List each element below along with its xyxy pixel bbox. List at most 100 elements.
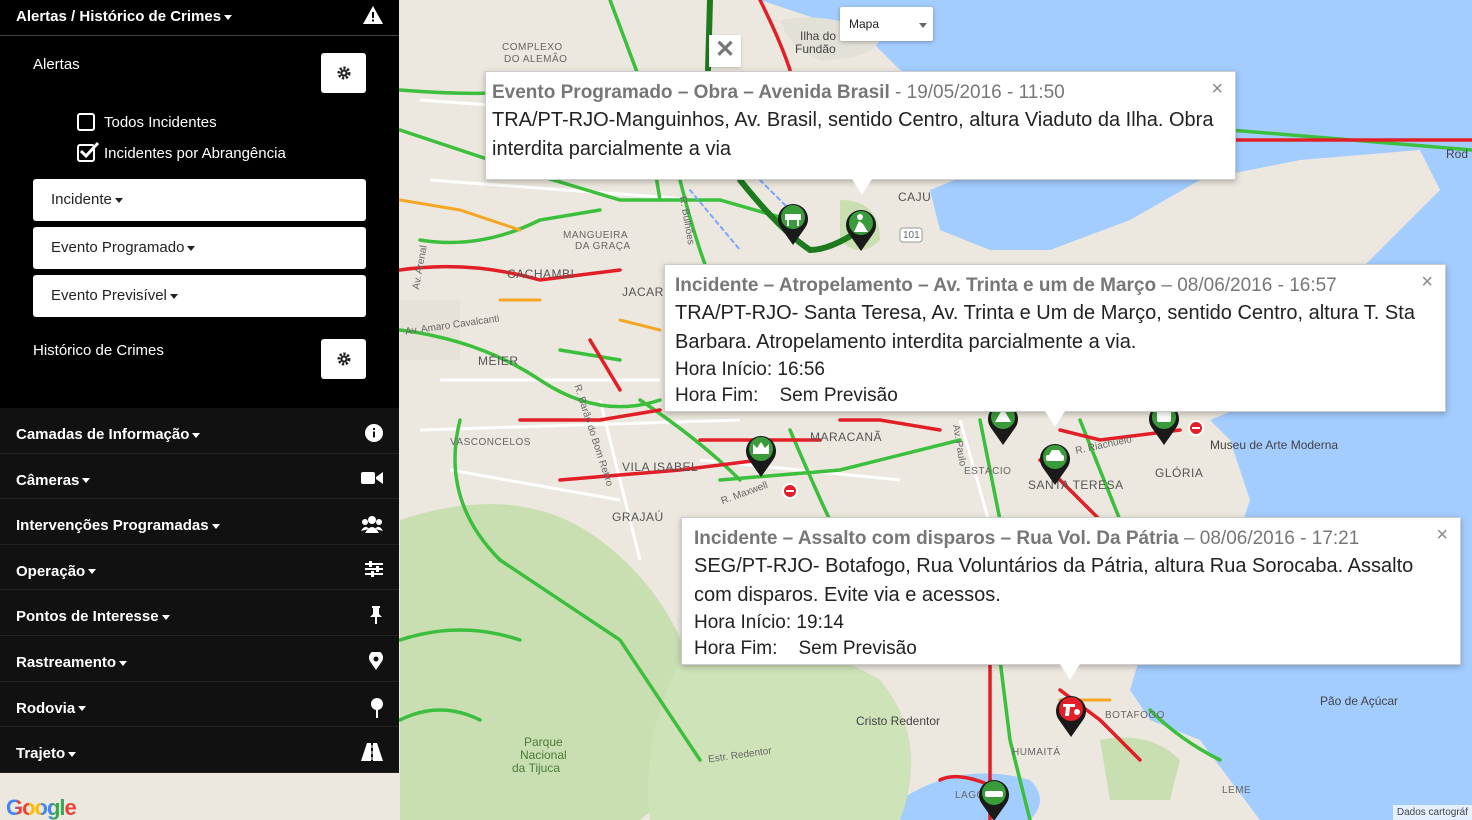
menu-label: Trajeto xyxy=(16,745,66,763)
shooting-icon xyxy=(1056,696,1086,737)
close-icon[interactable]: × xyxy=(1421,271,1433,294)
dropdown-evento-programado[interactable]: Evento Programado xyxy=(33,227,366,269)
users-icon xyxy=(361,515,383,537)
chevron-down-icon xyxy=(211,523,220,529)
chevron-down-icon xyxy=(187,245,196,251)
checkbox-box-checked[interactable] xyxy=(77,141,100,162)
infowindow-tail xyxy=(1060,664,1080,680)
infowindow-body: TRA/PT-RJO- Santa Teresa, Av. Trinta e U… xyxy=(675,302,1415,353)
menu-trajeto[interactable]: Trajeto xyxy=(0,727,399,773)
chevron-down-icon xyxy=(68,751,77,757)
infowindow-end-time: Hora Fim: Sem Previsão xyxy=(694,638,917,659)
checkbox-label: Incidentes por Abrangência xyxy=(104,144,286,162)
chevron-down-icon xyxy=(169,293,178,299)
label-fundao: Fundão xyxy=(795,42,836,56)
close-icon[interactable]: × xyxy=(1211,78,1223,101)
no-entry-icon[interactable] xyxy=(1188,420,1204,436)
chevron-down-icon xyxy=(88,569,97,575)
label-leme: LEME xyxy=(1222,785,1252,796)
chevron-down-icon xyxy=(114,197,123,203)
gear-icon xyxy=(337,352,350,366)
crime-history-label: Histórico de Crimes xyxy=(33,342,164,359)
checkbox-incidentes-abrangencia[interactable]: Incidentes por Abrangência xyxy=(77,141,286,162)
chevron-down-icon xyxy=(192,432,201,438)
info-icon xyxy=(365,424,383,446)
no-entry-icon[interactable] xyxy=(782,483,798,499)
infowindow-tail xyxy=(1045,411,1065,427)
menu-pontos-interesse[interactable]: Pontos de Interesse xyxy=(0,590,399,636)
car-icon xyxy=(979,780,1009,820)
menu-label: Rodovia xyxy=(16,699,76,717)
chevron-down-icon xyxy=(119,660,128,666)
sidebar-header[interactable]: Alertas / Histórico de Crimes xyxy=(0,0,399,36)
checkmark-icon xyxy=(79,141,100,159)
label-vila-isabel: VILA ISABEL xyxy=(622,460,699,474)
infowindow-tail xyxy=(852,179,872,195)
warning-icon xyxy=(363,6,383,28)
label-rod: Rod xyxy=(1446,147,1469,161)
accident-marker[interactable] xyxy=(1037,440,1073,486)
roadwork-marker[interactable] xyxy=(843,206,879,252)
infowindow-obra[interactable]: × Evento Programado – Obra – Avenida Bra… xyxy=(485,71,1236,195)
crown-icon xyxy=(746,436,776,477)
gear-icon xyxy=(337,66,350,80)
assault-marker[interactable] xyxy=(1053,692,1089,738)
label-botafogo: BOTAFOGO xyxy=(1105,710,1165,721)
checkbox-box[interactable] xyxy=(77,113,95,131)
map-data-attribution[interactable]: Dados cartográf xyxy=(1392,805,1472,820)
alerts-settings-button[interactable] xyxy=(321,53,366,93)
chevron-down-icon xyxy=(82,478,91,484)
label-route-101: 101 xyxy=(903,230,920,241)
dropdown-label: Evento Previsível xyxy=(51,287,167,304)
dropdown-incidente[interactable]: Incidente xyxy=(33,179,366,221)
sliders-icon xyxy=(365,560,383,581)
infowindow-end-time: Hora Fim: Sem Previsão xyxy=(675,385,898,406)
infowindow-body: SEG/PT-RJO- Botafogo, Rua Voluntários da… xyxy=(694,555,1414,606)
label-do-alemao: DO ALEMÃO xyxy=(504,54,568,65)
label-caju: CAJU xyxy=(898,190,932,204)
dropdown-evento-previsivel[interactable]: Evento Previsível xyxy=(33,275,366,317)
label-cachambi: CACHAMBI xyxy=(507,267,575,281)
label-da-graca: DA GRAÇA xyxy=(575,241,631,252)
sidebar: Alertas / Histórico de Crimes Alertas To… xyxy=(0,0,399,773)
label-museu: Museu de Arte Moderna xyxy=(1210,438,1339,452)
map-type-select[interactable]: Mapa xyxy=(840,7,933,41)
menu-camadas[interactable]: Camadas de Informação xyxy=(0,408,399,454)
road-icon xyxy=(361,743,383,765)
accident-marker[interactable] xyxy=(976,776,1012,820)
infowindow-assalto[interactable]: × Incidente – Assalto com disparos – Rua… xyxy=(681,517,1461,680)
worker-icon xyxy=(846,210,876,251)
label-meier: MÉIER xyxy=(478,354,519,368)
label-vasconcelos: VASCONCELOS xyxy=(450,437,531,448)
crime-history-settings-button[interactable] xyxy=(321,339,366,379)
label-cristo-redentor: Cristo Redentor xyxy=(856,714,941,728)
map-close-button[interactable]: ✕ xyxy=(709,35,741,67)
menu-rastreamento[interactable]: Rastreamento xyxy=(0,635,399,682)
location-pin-icon xyxy=(369,650,383,674)
infowindow-atropelamento[interactable]: × Incidente – Atropelamento – Av. Trinta… xyxy=(664,264,1446,427)
label-ilha-do: Ilha do xyxy=(800,29,837,43)
google-logo[interactable]: Google xyxy=(6,795,77,820)
checkbox-todos-incidentes[interactable]: Todos Incidentes xyxy=(77,113,217,131)
menu-label: Rastreamento xyxy=(16,653,117,671)
chevron-down-icon xyxy=(919,23,927,28)
label-grajau: GRAJAÚ xyxy=(612,510,664,524)
label-pao-de-acucar: Pão de Açúcar xyxy=(1320,694,1399,708)
menu-label: Operação xyxy=(16,562,86,580)
label-parque: Parque xyxy=(524,735,563,749)
infowindow-title: Incidente – Atropelamento – Av. Trinta e… xyxy=(675,275,1337,296)
barrier-icon xyxy=(778,204,808,245)
menu-cameras[interactable]: Câmeras xyxy=(0,453,399,500)
construction-marker[interactable] xyxy=(775,200,811,246)
close-icon[interactable]: × xyxy=(1436,524,1448,547)
infowindow-title: Incidente – Assalto com disparos – Rua V… xyxy=(694,528,1360,549)
menu-operacao[interactable]: Operação xyxy=(0,544,399,591)
menu-intervencoes[interactable]: Intervenções Programadas xyxy=(0,499,399,545)
menu-label: Câmeras xyxy=(16,471,80,489)
menu-rodovia[interactable]: Rodovia xyxy=(0,681,399,728)
event-marker[interactable] xyxy=(743,432,779,478)
dropdown-label: Incidente xyxy=(51,191,112,208)
sidebar-header-title: Alertas / Histórico de Crimes xyxy=(16,8,222,25)
pushpin-icon xyxy=(369,606,383,628)
label-gloria: GLÓRIA xyxy=(1155,466,1204,480)
